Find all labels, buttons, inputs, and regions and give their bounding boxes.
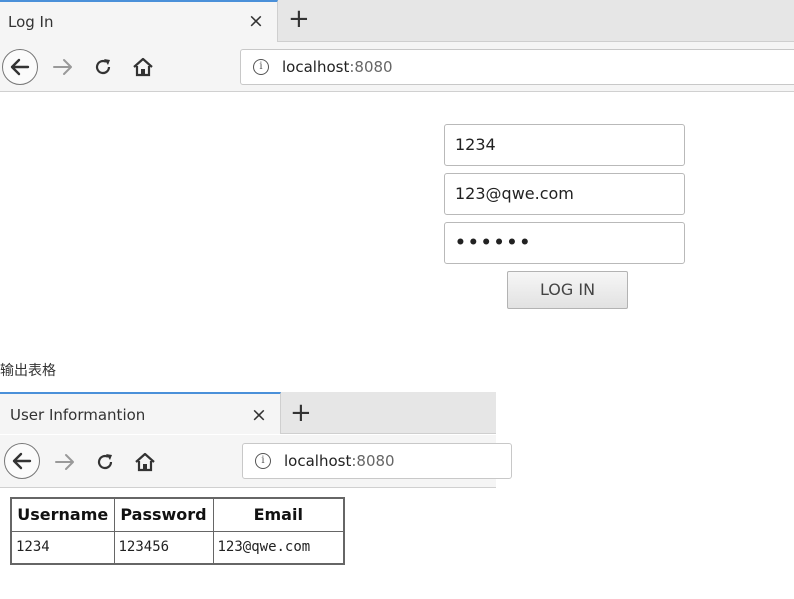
reload-icon[interactable] [93, 57, 113, 77]
info-icon[interactable]: i [253, 59, 269, 75]
url-host: localhost [282, 58, 350, 76]
back-arrow-icon-2[interactable] [4, 443, 40, 479]
tab-title-2: User Informantion [10, 406, 146, 424]
cell-email: 123@qwe.com [212, 530, 345, 565]
tab-user-information[interactable]: User Informantion × [0, 392, 281, 434]
cell-username: 1234 [10, 530, 115, 565]
table-row: 1234 123456 123@qwe.com [10, 530, 345, 565]
tab-bar-2: User Informantion × + [0, 392, 496, 434]
user-info-table: Username Password Email 1234 123456 123@… [10, 497, 345, 565]
username-field[interactable]: 1234 [444, 124, 685, 166]
tab-bar: Log In × + [0, 0, 794, 42]
header-password: Password [113, 497, 214, 532]
table-header-row: Username Password Email [10, 497, 345, 532]
url-text: localhost:8080 [282, 58, 393, 76]
home-icon[interactable] [132, 57, 154, 77]
new-tab-icon-2[interactable]: + [290, 399, 312, 427]
url-bar-2[interactable]: i localhost:8080 [242, 443, 512, 479]
url-host-2: localhost [284, 452, 352, 470]
email-value: 123@qwe.com [455, 184, 574, 203]
password-field[interactable]: •••••• [444, 222, 685, 264]
header-username: Username [10, 497, 115, 532]
login-button[interactable]: LOG IN [507, 271, 628, 309]
email-field[interactable]: 123@qwe.com [444, 173, 685, 215]
new-tab-icon[interactable]: + [288, 5, 310, 33]
tab-close-icon[interactable]: × [248, 10, 264, 32]
url-port-2: :8080 [351, 452, 395, 470]
tab-title: Log In [8, 13, 54, 31]
url-port: :8080 [349, 58, 393, 76]
password-value: •••••• [455, 233, 533, 253]
header-email: Email [212, 497, 345, 532]
tab-close-icon-2[interactable]: × [251, 404, 267, 426]
info-icon-2[interactable]: i [255, 453, 271, 469]
cell-password: 123456 [113, 530, 214, 565]
nav-bar: i localhost:8080 [0, 42, 794, 92]
caption-text: 输出表格 [0, 363, 56, 379]
forward-arrow-icon[interactable] [52, 57, 74, 77]
back-arrow-icon[interactable] [2, 49, 38, 85]
nav-bar-2: i localhost:8080 [0, 435, 512, 488]
url-bar[interactable]: i localhost:8080 [240, 49, 794, 85]
home-icon-2[interactable] [134, 452, 156, 472]
tab-login[interactable]: Log In × [0, 0, 278, 42]
reload-icon-2[interactable] [95, 452, 115, 472]
username-value: 1234 [455, 135, 496, 154]
url-text-2: localhost:8080 [284, 452, 395, 470]
forward-arrow-icon-2[interactable] [54, 452, 76, 472]
